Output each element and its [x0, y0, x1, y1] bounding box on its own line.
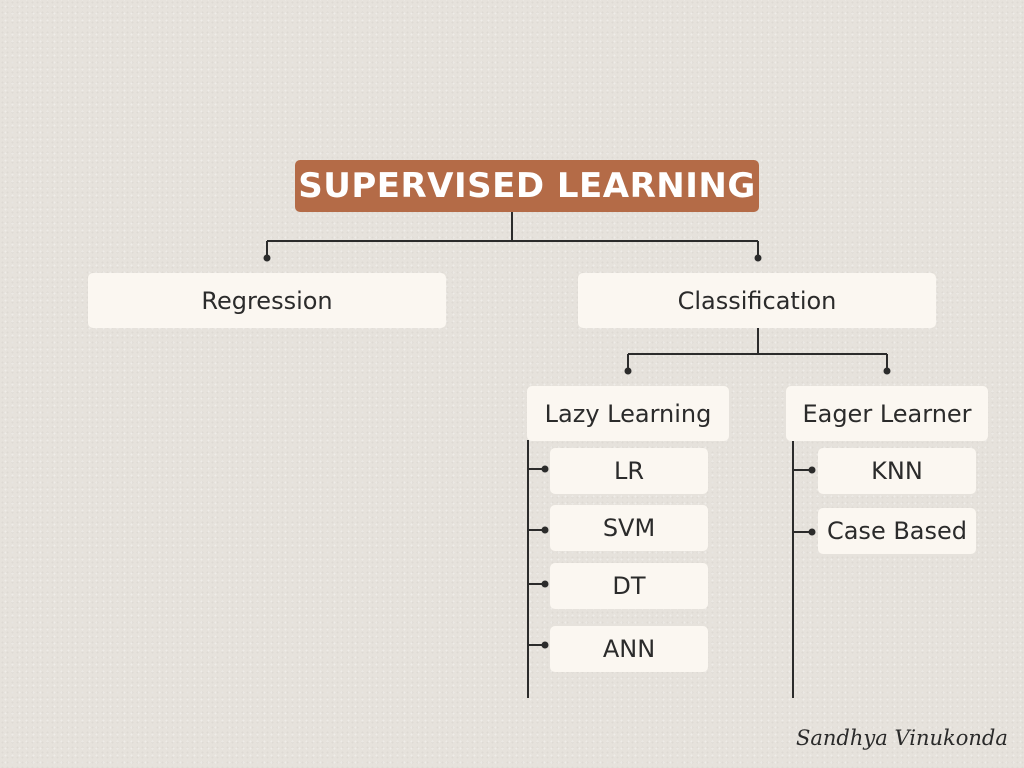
dt-dot — [541, 580, 549, 588]
lr-dot — [541, 465, 549, 473]
lazy-dot — [624, 367, 632, 375]
lazy-learning-node: Lazy Learning — [527, 386, 729, 441]
leaf-case-based: Case Based — [818, 508, 976, 554]
leaf-dt: DT — [550, 563, 708, 609]
eager-learner-node: Eager Learner — [786, 386, 988, 441]
case-based-dot — [808, 528, 816, 536]
ann-dot — [541, 641, 549, 649]
svm-dot — [541, 526, 549, 534]
classification-node: Classification — [578, 273, 936, 328]
tree-connectors — [263, 212, 891, 698]
knn-dot — [808, 466, 816, 474]
title-box: SUPERVISED LEARNING — [295, 160, 759, 212]
eager-dot — [883, 367, 891, 375]
leaf-knn: KNN — [818, 448, 976, 494]
regression-node: Regression — [88, 273, 446, 328]
author-signature: Sandhya Vinukonda — [796, 726, 1008, 750]
leaf-ann: ANN — [550, 626, 708, 672]
leaf-svm: SVM — [550, 505, 708, 551]
classification-dot — [754, 254, 762, 262]
regression-dot — [263, 254, 271, 262]
leaf-lr: LR — [550, 448, 708, 494]
